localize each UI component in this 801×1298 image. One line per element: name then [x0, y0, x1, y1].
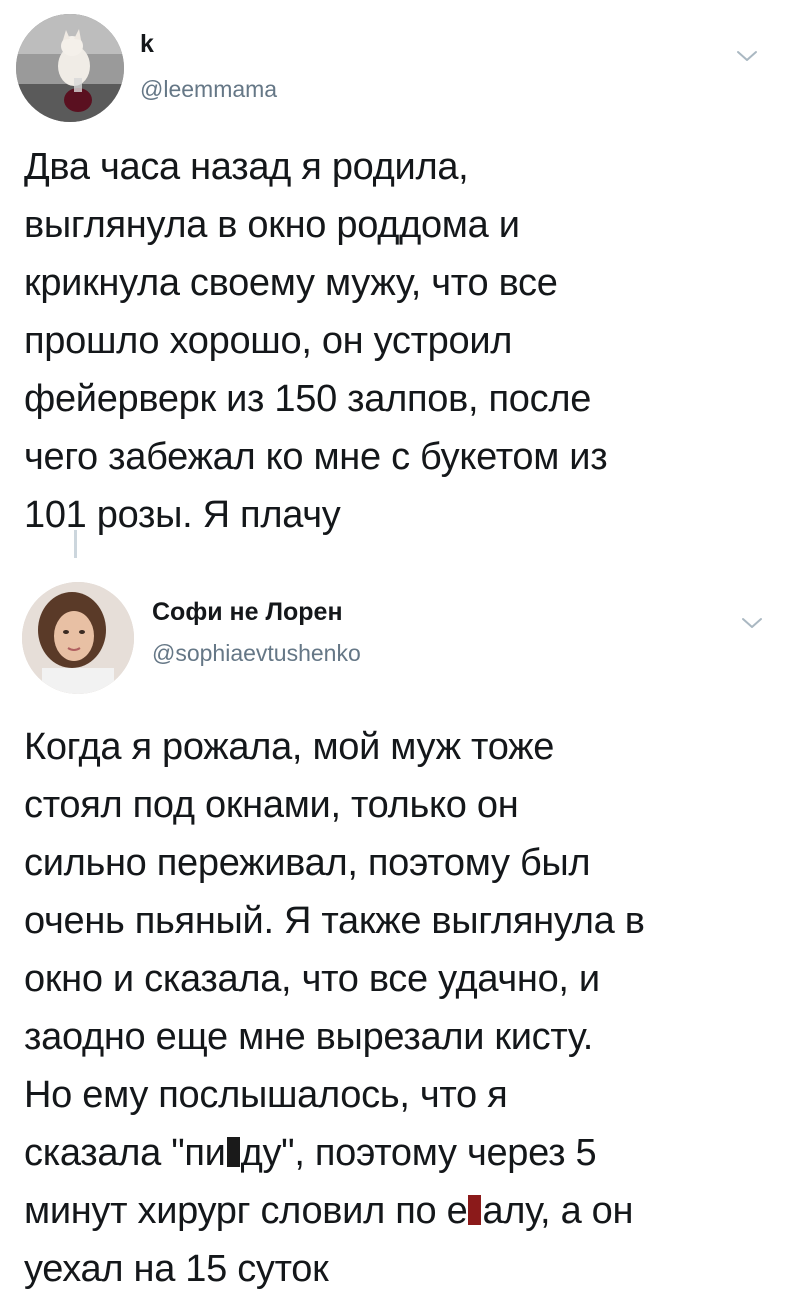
chevron-down-icon[interactable]: [735, 48, 759, 64]
reply-tweet: Софи не Лорен @sophiaevtushenko Когда я …: [0, 560, 801, 1290]
chevron-down-icon[interactable]: [740, 615, 764, 631]
text-fragment: сказала "пи: [24, 1132, 226, 1174]
tweet-text-line: прошло хорошо, он устроил: [24, 320, 513, 362]
tweet-text-line: очень пьяный. Я также выглянула в: [24, 900, 645, 942]
tweet-text-line: уехал на 15 суток: [24, 1248, 329, 1290]
tweet-text-line: фейерверк из 150 залпов, после: [24, 378, 592, 420]
display-name[interactable]: k: [140, 30, 154, 59]
tweet-text-line: сказала "пи ду", поэтому через 5: [24, 1124, 794, 1182]
text-fragment: алу, а он: [482, 1190, 634, 1232]
display-name[interactable]: Софи не Лорен: [152, 598, 343, 627]
tweet-text-line: чего забежал ко мне с букетом из: [24, 436, 608, 478]
thread-connector: [74, 530, 77, 558]
cat-avatar-icon[interactable]: [16, 14, 124, 122]
tweet-text-line: крикнула своему мужу, что все: [24, 262, 558, 304]
person-avatar-icon[interactable]: [22, 582, 134, 694]
tweet-text-line: минут хирург словил по е алу, а он: [24, 1182, 794, 1240]
tweet-text: Когда я рожала, мой муж тоже стоял под о…: [24, 718, 794, 1298]
censor-block: [468, 1195, 482, 1225]
text-fragment: минут хирург словил по е: [24, 1190, 468, 1232]
user-handle[interactable]: @leemmama: [140, 76, 277, 103]
tweet-text-line: заодно еще мне вырезали кисту.: [24, 1016, 594, 1058]
tweet-text-line: Но ему послышалось, что я: [24, 1074, 508, 1116]
tweet-text-line: выглянула в окно роддома и: [24, 204, 520, 246]
tweet-text-line: стоял под окнами, только он: [24, 784, 519, 826]
censor-block: [226, 1137, 240, 1167]
tweet-text-line: 101 розы. Я плачу: [24, 494, 341, 536]
tweet-text-line: сильно переживал, поэтому был: [24, 842, 591, 884]
text-fragment: ду", поэтому через 5: [240, 1132, 597, 1174]
tweet-text-line: Два часа назад я родила,: [24, 146, 469, 188]
user-handle[interactable]: @sophiaevtushenko: [152, 640, 361, 667]
tweet-text-line: окно и сказала, что все удачно, и: [24, 958, 600, 1000]
tweet-text: Два часа назад я родила, выглянула в окн…: [24, 138, 794, 544]
tweet-text-line: Когда я рожала, мой муж тоже: [24, 726, 555, 768]
original-tweet: k @leemmama Два часа назад я родила, выг…: [0, 0, 801, 560]
